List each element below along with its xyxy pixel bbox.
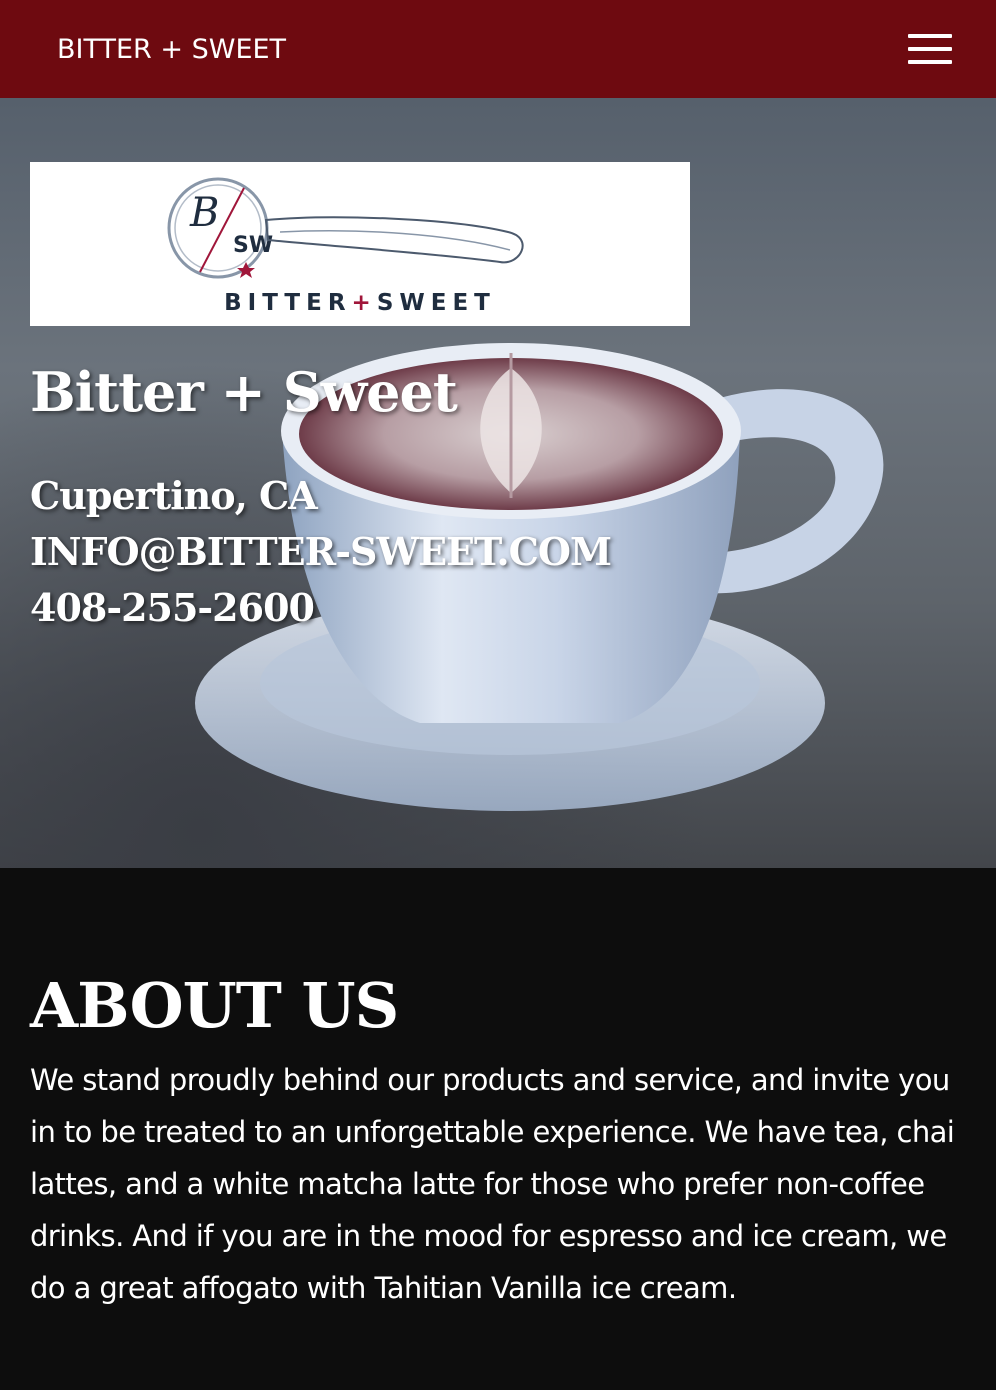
- logo-word-plus: +: [351, 290, 377, 316]
- email-link[interactable]: INFO@BITTER-SWEET.COM: [30, 524, 612, 580]
- logo-word-bitter: BITTER: [224, 290, 352, 316]
- contact-info: Cupertino, CA INFO@BITTER-SWEET.COM 408-…: [30, 468, 612, 636]
- hero-section: B SW BITTER+SWEET Bitter + Sweet Cuperti…: [0, 98, 996, 868]
- about-section: ABOUT US We stand proudly behind our pro…: [0, 868, 996, 1390]
- phone-link[interactable]: 408-255-2600: [30, 580, 611, 636]
- logo-word-sweet: SWEET: [376, 290, 496, 316]
- menu-bar-top: [908, 34, 952, 38]
- location-text: Cupertino, CA: [30, 473, 318, 518]
- hamburger-menu-icon[interactable]: [908, 34, 952, 64]
- top-navbar: BITTER + SWEET: [0, 0, 996, 98]
- logo-monogram-b: B: [189, 190, 219, 236]
- brand-link[interactable]: BITTER + SWEET: [57, 34, 286, 65]
- logo-wordmark: BITTER+SWEET: [30, 290, 690, 316]
- about-heading: ABOUT US: [30, 969, 399, 1042]
- menu-bar-middle: [908, 47, 952, 51]
- menu-bar-bottom: [908, 60, 952, 64]
- hero-title: Bitter + Sweet: [30, 360, 458, 424]
- logo-banner: B SW BITTER+SWEET: [30, 162, 690, 326]
- about-body: We stand proudly behind our products and…: [30, 1063, 955, 1305]
